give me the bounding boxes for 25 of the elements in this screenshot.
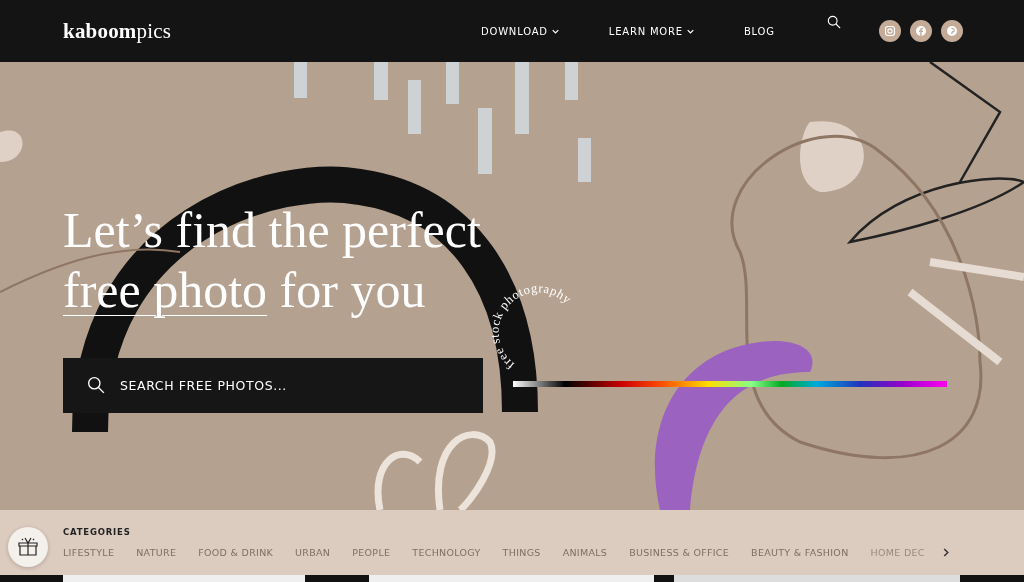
nav-link[interactable]: DOWNLOAD xyxy=(481,25,559,37)
category-link[interactable]: FOOD & DRINK xyxy=(198,547,274,558)
instagram-icon[interactable] xyxy=(878,20,901,42)
category-link[interactable]: THINGS xyxy=(502,547,541,558)
chevron-right-icon[interactable] xyxy=(942,548,949,557)
search-icon[interactable] xyxy=(826,15,841,29)
nav-link[interactable]: LEARN MORE xyxy=(608,25,694,37)
gift-box-button[interactable] xyxy=(8,527,48,567)
categories-heading: CATEGORIES xyxy=(63,527,132,537)
pinterest-icon[interactable] xyxy=(940,20,963,42)
category-link[interactable]: BUSINESS & OFFICE xyxy=(629,547,730,558)
search-icon xyxy=(87,376,105,394)
category-link[interactable]: NATURE xyxy=(136,547,177,558)
category-link[interactable]: URBAN xyxy=(295,547,331,558)
category-link[interactable]: LIFESTYLE xyxy=(63,547,115,558)
category-link[interactable]: BEAUTY & FASHION xyxy=(751,547,849,558)
nav-link[interactable]: BLOG xyxy=(743,25,775,37)
category-link[interactable]: PEOPLE xyxy=(352,547,391,558)
category-link[interactable]: TECHNOLOGY xyxy=(412,547,481,558)
category-link[interactable]: ANIMALS xyxy=(562,547,608,558)
site-logo[interactable]: kaboompics xyxy=(63,18,443,44)
search-field[interactable]: SEARCH FREE PHOTOS... xyxy=(63,358,483,413)
gift-box-icon xyxy=(16,535,40,559)
category-link[interactable]: HOME DEC xyxy=(870,547,925,558)
facebook-icon[interactable] xyxy=(909,20,932,42)
